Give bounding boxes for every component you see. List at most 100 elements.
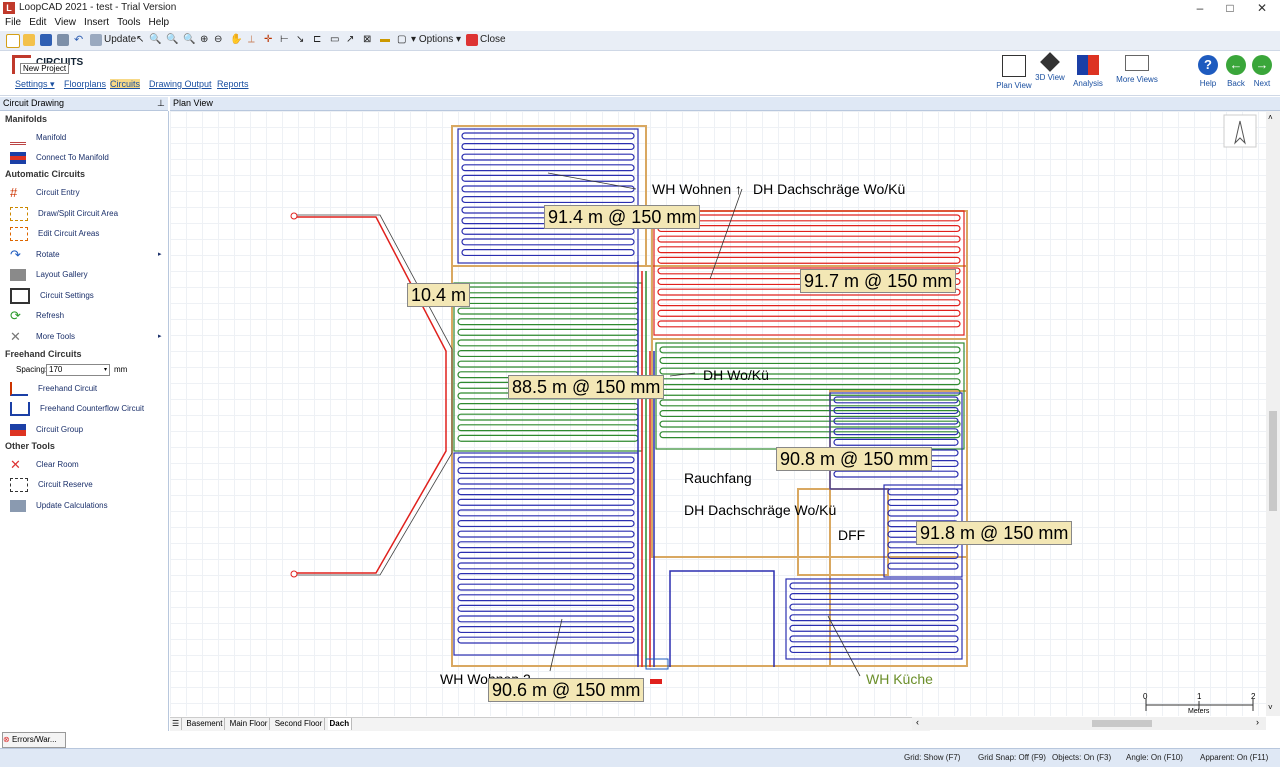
circuit-reserve-button[interactable]: Circuit Reserve (10, 476, 160, 494)
layer-icon[interactable]: ▭ (330, 33, 339, 47)
circuit-length-label[interactable]: 90.8 m @ 150 mm (776, 447, 933, 471)
plan-canvas[interactable]: 0 1 2 Meters WH Wohnen ↑ DH Dachschräge … (170, 111, 1266, 716)
circuit-length-label[interactable]: 90.6 m @ 150 mm (488, 678, 645, 702)
select-icon[interactable]: ↖ (136, 33, 144, 47)
tab-dach[interactable]: Dach (327, 718, 353, 730)
more-tools-button[interactable]: ✕ More Tools ▸ (10, 328, 162, 346)
clear-room-button[interactable]: ✕ Clear Room (10, 456, 160, 474)
insert-icon[interactable]: ⊏ (313, 33, 321, 47)
h-scroll-thumb[interactable] (1092, 720, 1152, 727)
scroll-thumb[interactable] (1269, 411, 1277, 511)
status-apparent[interactable]: Apparent: On (F11) (1200, 749, 1268, 767)
options-dropdown[interactable]: ▾ Options ▾ (411, 33, 461, 47)
menu-tools[interactable]: Tools (117, 16, 140, 30)
maximize-icon[interactable]: □ (1215, 0, 1245, 16)
print-icon[interactable] (57, 34, 69, 46)
status-snap[interactable]: Grid Snap: Off (F9) (978, 749, 1046, 767)
layout-gallery-button[interactable]: Layout Gallery (10, 266, 160, 284)
circuit-length-label[interactable]: 91.4 m @ 150 mm (544, 205, 701, 229)
circuit-length-label[interactable]: 91.8 m @ 150 mm (916, 521, 1073, 545)
draw-split-button[interactable]: Draw/Split Circuit Area (10, 205, 160, 223)
measure-icon[interactable]: ⟂ (248, 33, 255, 47)
edit-areas-button[interactable]: Edit Circuit Areas (10, 225, 160, 243)
zoom-extents-icon[interactable]: 🔍 (166, 33, 178, 47)
floorplan-drawing[interactable] (170, 111, 1266, 716)
next-icon: → (1252, 55, 1272, 75)
scroll-left-icon[interactable]: ‹ (916, 717, 919, 727)
manifold-button[interactable]: Manifold (10, 129, 160, 147)
minimize-icon[interactable]: – (1185, 0, 1215, 16)
nav-settings[interactable]: Settings ▾ (15, 79, 55, 90)
circuit-length-label[interactable]: 91.7 m @ 150 mm (800, 269, 957, 293)
update-calculations-button[interactable]: Update Calculations (10, 497, 160, 515)
open-folder-icon[interactable] (23, 34, 35, 46)
menu-file[interactable]: File (5, 16, 21, 30)
circuit-group-button[interactable]: Circuit Group (10, 421, 160, 439)
rotate-icon: ↷ (10, 246, 21, 262)
menu-view[interactable]: View (54, 16, 76, 30)
save-icon[interactable] (40, 34, 52, 46)
loop-wohnen-2 (457, 583, 635, 591)
tab-list-icon[interactable]: ☰ (170, 718, 183, 730)
draw-line-icon[interactable]: ↘ (296, 33, 304, 47)
3d-view-button[interactable]: 3D View (1030, 52, 1070, 93)
plan-view-button[interactable]: Plan View (994, 55, 1034, 93)
circuit-length-label[interactable]: 88.5 m @ 150 mm (508, 375, 665, 399)
horizontal-scrollbar[interactable]: ‹ › (912, 717, 1266, 730)
move-icon[interactable]: ✛ (264, 33, 272, 47)
next-button[interactable]: → Next (1242, 55, 1280, 93)
loop-wohnen-2 (457, 498, 635, 506)
status-grid[interactable]: Grid: Show (F7) (904, 749, 960, 767)
vertical-scrollbar[interactable]: ˄ ˅ (1266, 111, 1280, 716)
freehand-circuit-button[interactable]: Freehand Circuit (10, 380, 160, 398)
update-button[interactable]: Update (104, 33, 136, 47)
more-views-button[interactable]: More Views (1114, 55, 1160, 93)
errors-tab[interactable]: ⊗ Errors/War... (2, 732, 66, 748)
more-tools-label: More Tools (36, 332, 75, 341)
arrow-icon[interactable]: ↗ (346, 33, 354, 47)
nav-reports[interactable]: Reports (217, 79, 249, 89)
nav-floorplans[interactable]: Floorplans (64, 79, 106, 89)
pan-icon[interactable]: ✋ (230, 33, 242, 47)
loop-wohnen-2 (457, 467, 635, 475)
refresh-button[interactable]: ⟳ Refresh (10, 307, 160, 325)
connect-manifold-button[interactable]: Connect To Manifold (10, 149, 160, 167)
scroll-right-icon[interactable]: › (1256, 717, 1259, 727)
nav-drawing-output[interactable]: Drawing Output (149, 79, 212, 89)
circuit-settings-button[interactable]: Circuit Settings (10, 287, 160, 305)
zoom-window-icon[interactable]: 🔍 (149, 33, 161, 47)
scroll-up-icon[interactable]: ˄ (1268, 113, 1273, 122)
tab-main-floor[interactable]: Main Floor (228, 718, 271, 730)
menu-insert[interactable]: Insert (84, 16, 109, 30)
nav-circuits[interactable]: Circuits (110, 79, 141, 89)
close-button[interactable]: Close (480, 33, 506, 47)
close-icon[interactable] (466, 34, 478, 46)
circuit-length-label[interactable]: 10.4 m (407, 283, 471, 307)
tab-second-floor[interactable]: Second Floor (273, 718, 326, 730)
circuit-entry-button[interactable]: # Circuit Entry (10, 184, 160, 202)
block-icon[interactable]: ⊠ (363, 33, 371, 47)
dimension-icon[interactable]: ⊢ (280, 33, 289, 47)
zoom-in-icon[interactable]: ⊕ (200, 33, 208, 47)
supply-line-red (294, 216, 447, 574)
new-file-icon[interactable] (6, 34, 20, 48)
undo-icon[interactable]: ↶ (74, 34, 86, 46)
pin-icon[interactable]: ⊥ (157, 97, 165, 110)
loop-wohnen (461, 185, 635, 193)
menu-help[interactable]: Help (149, 16, 170, 30)
hatch-icon[interactable]: ▬ (380, 33, 390, 47)
status-objects[interactable]: Objects: On (F3) (1052, 749, 1111, 767)
tab-basement[interactable]: Basement (184, 718, 226, 730)
options-icon[interactable]: ▢ (397, 33, 406, 47)
rotate-button[interactable]: ↷ Rotate ▸ (10, 246, 162, 264)
zoom-previous-icon[interactable]: 🔍 (183, 33, 195, 47)
close-window-icon[interactable]: ✕ (1247, 0, 1277, 16)
analysis-button[interactable]: Analysis (1068, 55, 1108, 93)
zoom-out-icon[interactable]: ⊖ (214, 33, 222, 47)
status-angle[interactable]: Angle: On (F10) (1126, 749, 1183, 767)
scroll-down-icon[interactable]: ˅ (1268, 703, 1273, 712)
update-icon[interactable] (90, 34, 102, 46)
menu-edit[interactable]: Edit (29, 16, 46, 30)
counterflow-button[interactable]: Freehand Counterflow Circuit (10, 400, 160, 418)
spacing-input[interactable]: 170 ▾ (46, 364, 110, 376)
